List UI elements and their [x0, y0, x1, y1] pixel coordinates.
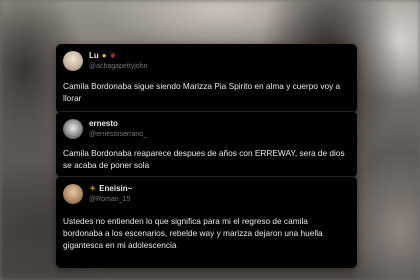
display-name-text: Eneisin~: [99, 184, 133, 193]
user-handle[interactable]: @Roman_15: [89, 195, 132, 205]
tweet-text: Camila Bordonaba sigue siendo Marizza Pi…: [63, 81, 341, 103]
heart-emoji-icon: ❦: [109, 51, 117, 60]
avatar[interactable]: [63, 119, 83, 139]
user-handle[interactable]: @achagapettyjohn: [89, 62, 147, 72]
sun-emoji-icon: ●: [101, 51, 107, 60]
tweet-header: Lu ● ❦ @achagapettyjohn: [63, 51, 147, 72]
avatar[interactable]: [63, 184, 83, 204]
display-name-text: Lu: [89, 51, 99, 60]
tweet-card[interactable]: ☀ Eneisin~ @Roman_15 Ustedes no entiende…: [56, 176, 357, 268]
display-name[interactable]: ☀ Eneisin~: [89, 184, 132, 194]
display-name[interactable]: Lu ● ❦: [89, 51, 147, 61]
avatar[interactable]: [63, 51, 83, 71]
tweet-header: ernesto @ernestoserrano_: [63, 119, 147, 140]
tweet-text: Camila Bordonaba reaparece despues de añ…: [63, 148, 345, 170]
sun-emoji-icon: ☀: [89, 184, 97, 193]
tweet-header: ☀ Eneisin~ @Roman_15: [63, 184, 132, 205]
display-name-text: ernesto: [89, 119, 118, 128]
display-name[interactable]: ernesto: [89, 119, 147, 129]
user-handle[interactable]: @ernestoserrano_: [89, 130, 147, 140]
tweet-card[interactable]: Lu ● ❦ @achagapettyjohn Camila Bordonaba…: [56, 44, 357, 113]
tweet-text: Ustedes no entienden lo que significa pa…: [63, 216, 323, 250]
tweet-card[interactable]: ernesto @ernestoserrano_ Camila Bordonab…: [56, 111, 357, 177]
